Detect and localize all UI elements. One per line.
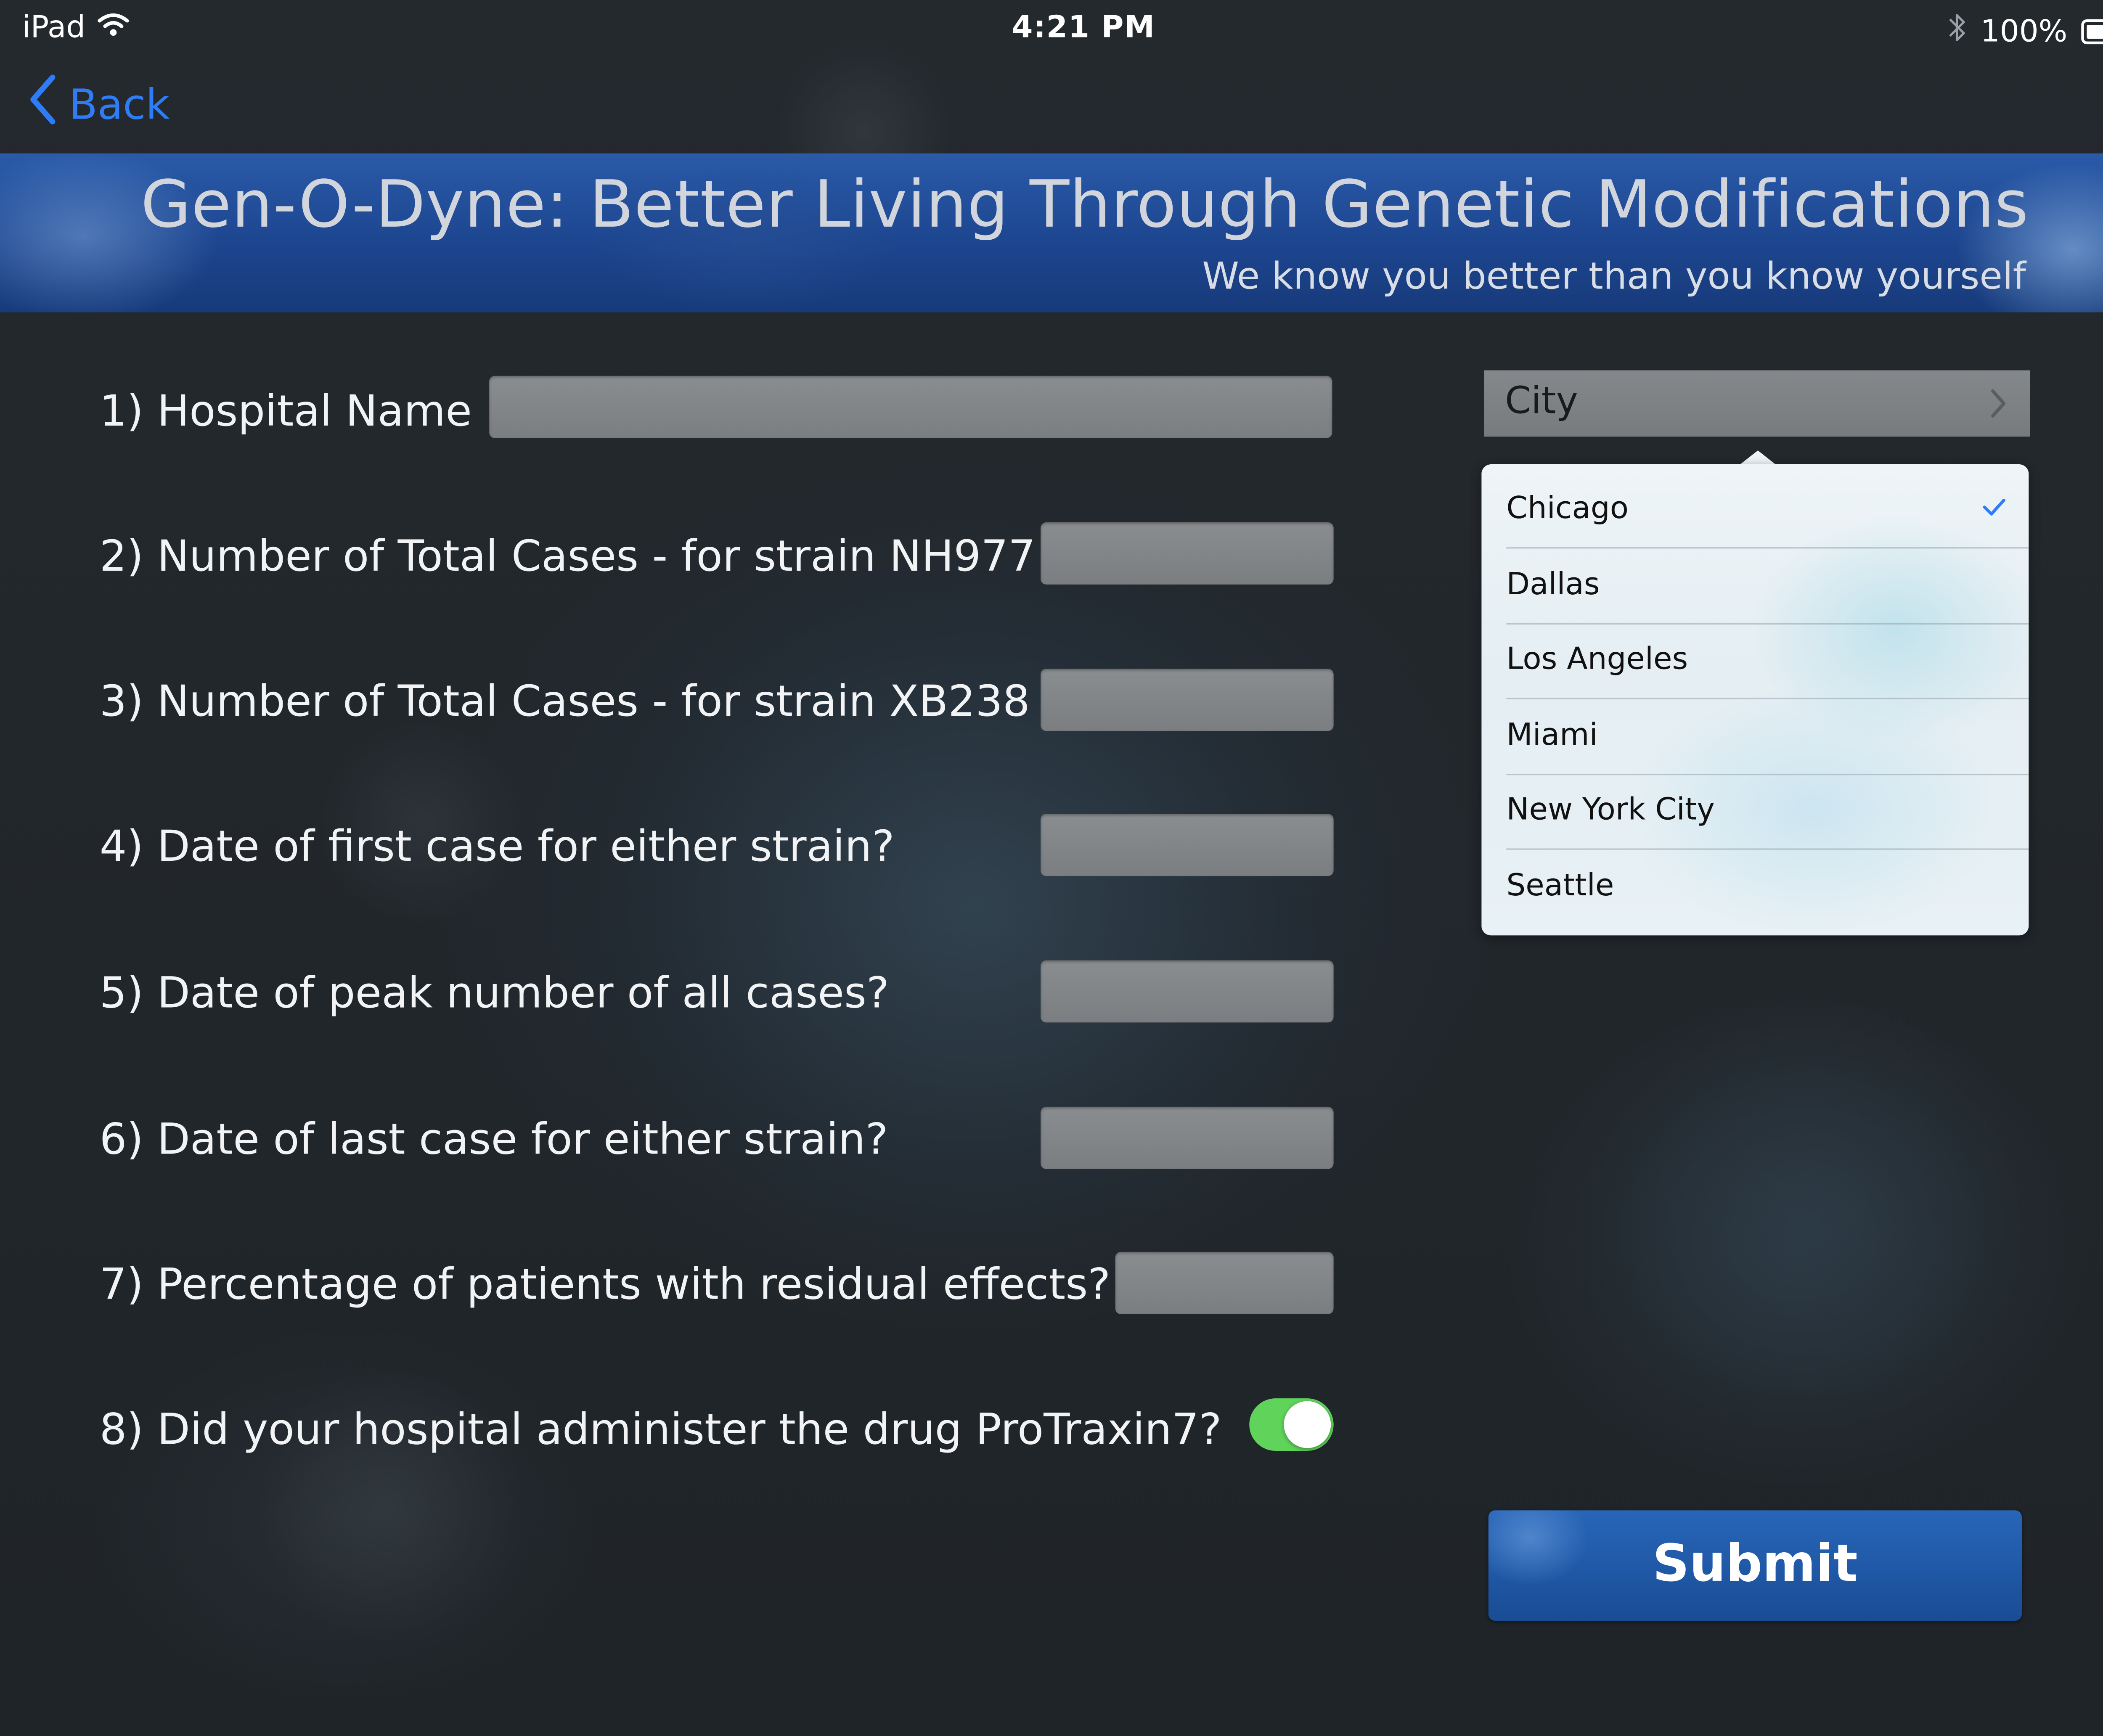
divider	[1506, 848, 2029, 850]
divider	[1506, 547, 2029, 549]
city-option-seattle[interactable]: Seattle	[1481, 851, 2029, 926]
question-1-label: 1) Hospital Name	[99, 386, 472, 437]
question-2-label: 2) Number of Total Cases - for strain NH…	[99, 532, 1036, 582]
cases-xb238-field[interactable]	[1041, 669, 1334, 731]
first-case-date-field[interactable]	[1041, 814, 1334, 876]
city-select[interactable]: City	[1484, 370, 2030, 437]
status-bar: iPad 4:21 PM 100%	[0, 0, 2103, 61]
cases-xb238-input[interactable]	[1041, 669, 1334, 731]
cases-nh977-field[interactable]	[1041, 522, 1334, 585]
page-title: Gen-O-Dyne: Better Living Through Geneti…	[140, 167, 2029, 243]
toggle-knob	[1284, 1401, 1331, 1448]
battery-percent: 100%	[1980, 14, 2068, 49]
protraxin7-toggle[interactable]	[1249, 1398, 1334, 1451]
page-subtitle: We know you better than you know yoursel…	[1202, 255, 2026, 299]
app-screen: iPad 4:21 PM 100% Back Gen-O-Dyne: Bette…	[0, 0, 2103, 1736]
question-8-label: 8) Did your hospital administer the drug…	[99, 1405, 1222, 1455]
back-button[interactable]: Back	[28, 74, 170, 132]
city-select-label: City	[1505, 380, 1579, 423]
status-right: 100%	[1947, 11, 2103, 53]
city-option-label: Seattle	[1506, 869, 1614, 904]
city-option-label: Chicago	[1506, 492, 1629, 527]
last-case-date-input[interactable]	[1041, 1106, 1334, 1169]
peak-date-input[interactable]	[1041, 960, 1334, 1023]
header-banner: Gen-O-Dyne: Better Living Through Geneti…	[0, 153, 2103, 312]
hospital-name-input[interactable]	[489, 376, 1332, 438]
background-virus-decoration	[594, 525, 1368, 1299]
back-button-label: Back	[69, 81, 170, 130]
first-case-date-input[interactable]	[1041, 814, 1334, 876]
divider	[1506, 698, 2029, 699]
peak-date-field[interactable]	[1041, 960, 1334, 1023]
question-4-label: 4) Date of first case for either strain?	[99, 822, 895, 872]
bluetooth-icon	[1947, 11, 1967, 53]
city-option-chicago[interactable]: Chicago	[1481, 474, 2029, 549]
question-5-label: 5) Date of peak number of all cases?	[99, 969, 890, 1019]
question-3-label: 3) Number of Total Cases - for strain XB…	[99, 677, 1030, 727]
city-option-label: Miami	[1506, 718, 1598, 753]
residual-effects-input[interactable]	[1115, 1252, 1334, 1314]
background-virus-decoration	[1589, 995, 2031, 1437]
city-option-miami[interactable]: Miami	[1481, 701, 2029, 775]
question-6-label: 6) Date of last case for either strain?	[99, 1115, 888, 1165]
city-option-label: Los Angeles	[1506, 642, 1688, 677]
last-case-date-field[interactable]	[1041, 1106, 1334, 1169]
status-time: 4:21 PM	[1012, 11, 1155, 46]
chevron-right-icon	[1989, 387, 2008, 426]
city-popover: Chicago Dallas Los Angeles Miami New Yor…	[1481, 464, 2029, 936]
hospital-name-field[interactable]	[489, 376, 1332, 438]
city-option-new-york-city[interactable]: New York City	[1481, 775, 2029, 850]
checkmark-icon	[1982, 496, 2007, 522]
city-option-label: Dallas	[1506, 568, 1600, 603]
city-option-dallas[interactable]: Dallas	[1481, 550, 2029, 625]
battery-icon	[2081, 19, 2103, 45]
popover-arrow	[1738, 450, 1777, 466]
residual-effects-field[interactable]	[1115, 1252, 1334, 1314]
question-7-label: 7) Percentage of patients with residual …	[99, 1260, 1111, 1310]
submit-button-label: Submit	[1653, 1534, 1858, 1593]
chevron-left-icon	[28, 73, 58, 137]
cases-nh977-input[interactable]	[1041, 522, 1334, 585]
submit-button[interactable]: Submit	[1488, 1510, 2022, 1621]
city-option-label: New York City	[1506, 793, 1715, 828]
city-option-los-angeles[interactable]: Los Angeles	[1481, 625, 2029, 699]
